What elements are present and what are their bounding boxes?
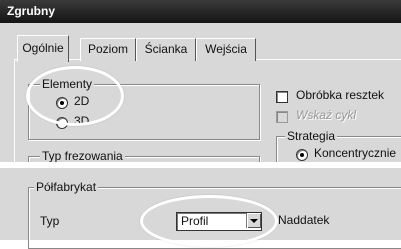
- obrobka-resztek-label: Obróbka resztek: [296, 88, 385, 102]
- radio-koncentrycznie[interactable]: [296, 149, 308, 161]
- tab-label: Ogólnie: [22, 41, 64, 55]
- highlight-ellipse: [26, 66, 124, 126]
- tab-scianka[interactable]: Ścianka: [136, 38, 196, 61]
- typ-label: Typ: [40, 214, 60, 228]
- tab-label: Ścianka: [144, 42, 188, 56]
- title-bar: Zgrubny: [0, 0, 401, 23]
- naddatek-label: Naddatek: [278, 213, 330, 227]
- dialog-title: Zgrubny: [7, 4, 55, 18]
- highlight-ellipse: [140, 195, 278, 247]
- wskaz-cykl-checkbox[interactable]: [276, 111, 288, 123]
- tab-poziom[interactable]: Poziom: [80, 38, 136, 61]
- strategia-label: Strategia: [285, 129, 338, 143]
- radio-koncentrycznie-label: Koncentrycznie: [314, 146, 397, 160]
- tab-ogolnie[interactable]: Ogólnie: [17, 35, 69, 62]
- obrobka-resztek-checkbox[interactable]: [276, 91, 288, 103]
- wskaz-cykl-label: Wskaż cykl: [296, 108, 356, 122]
- tab-wejscia[interactable]: Wejścia: [196, 38, 256, 61]
- polfabrykat-label: Półfabrykat: [34, 180, 99, 194]
- tab-label: Poziom: [87, 42, 128, 56]
- typ-frezowania-label: Typ frezowania: [40, 149, 125, 162]
- dialog-window: Zgrubny Ogólnie Poziom Ścianka Wejścia E…: [0, 0, 401, 162]
- tab-label: Wejścia: [205, 42, 247, 56]
